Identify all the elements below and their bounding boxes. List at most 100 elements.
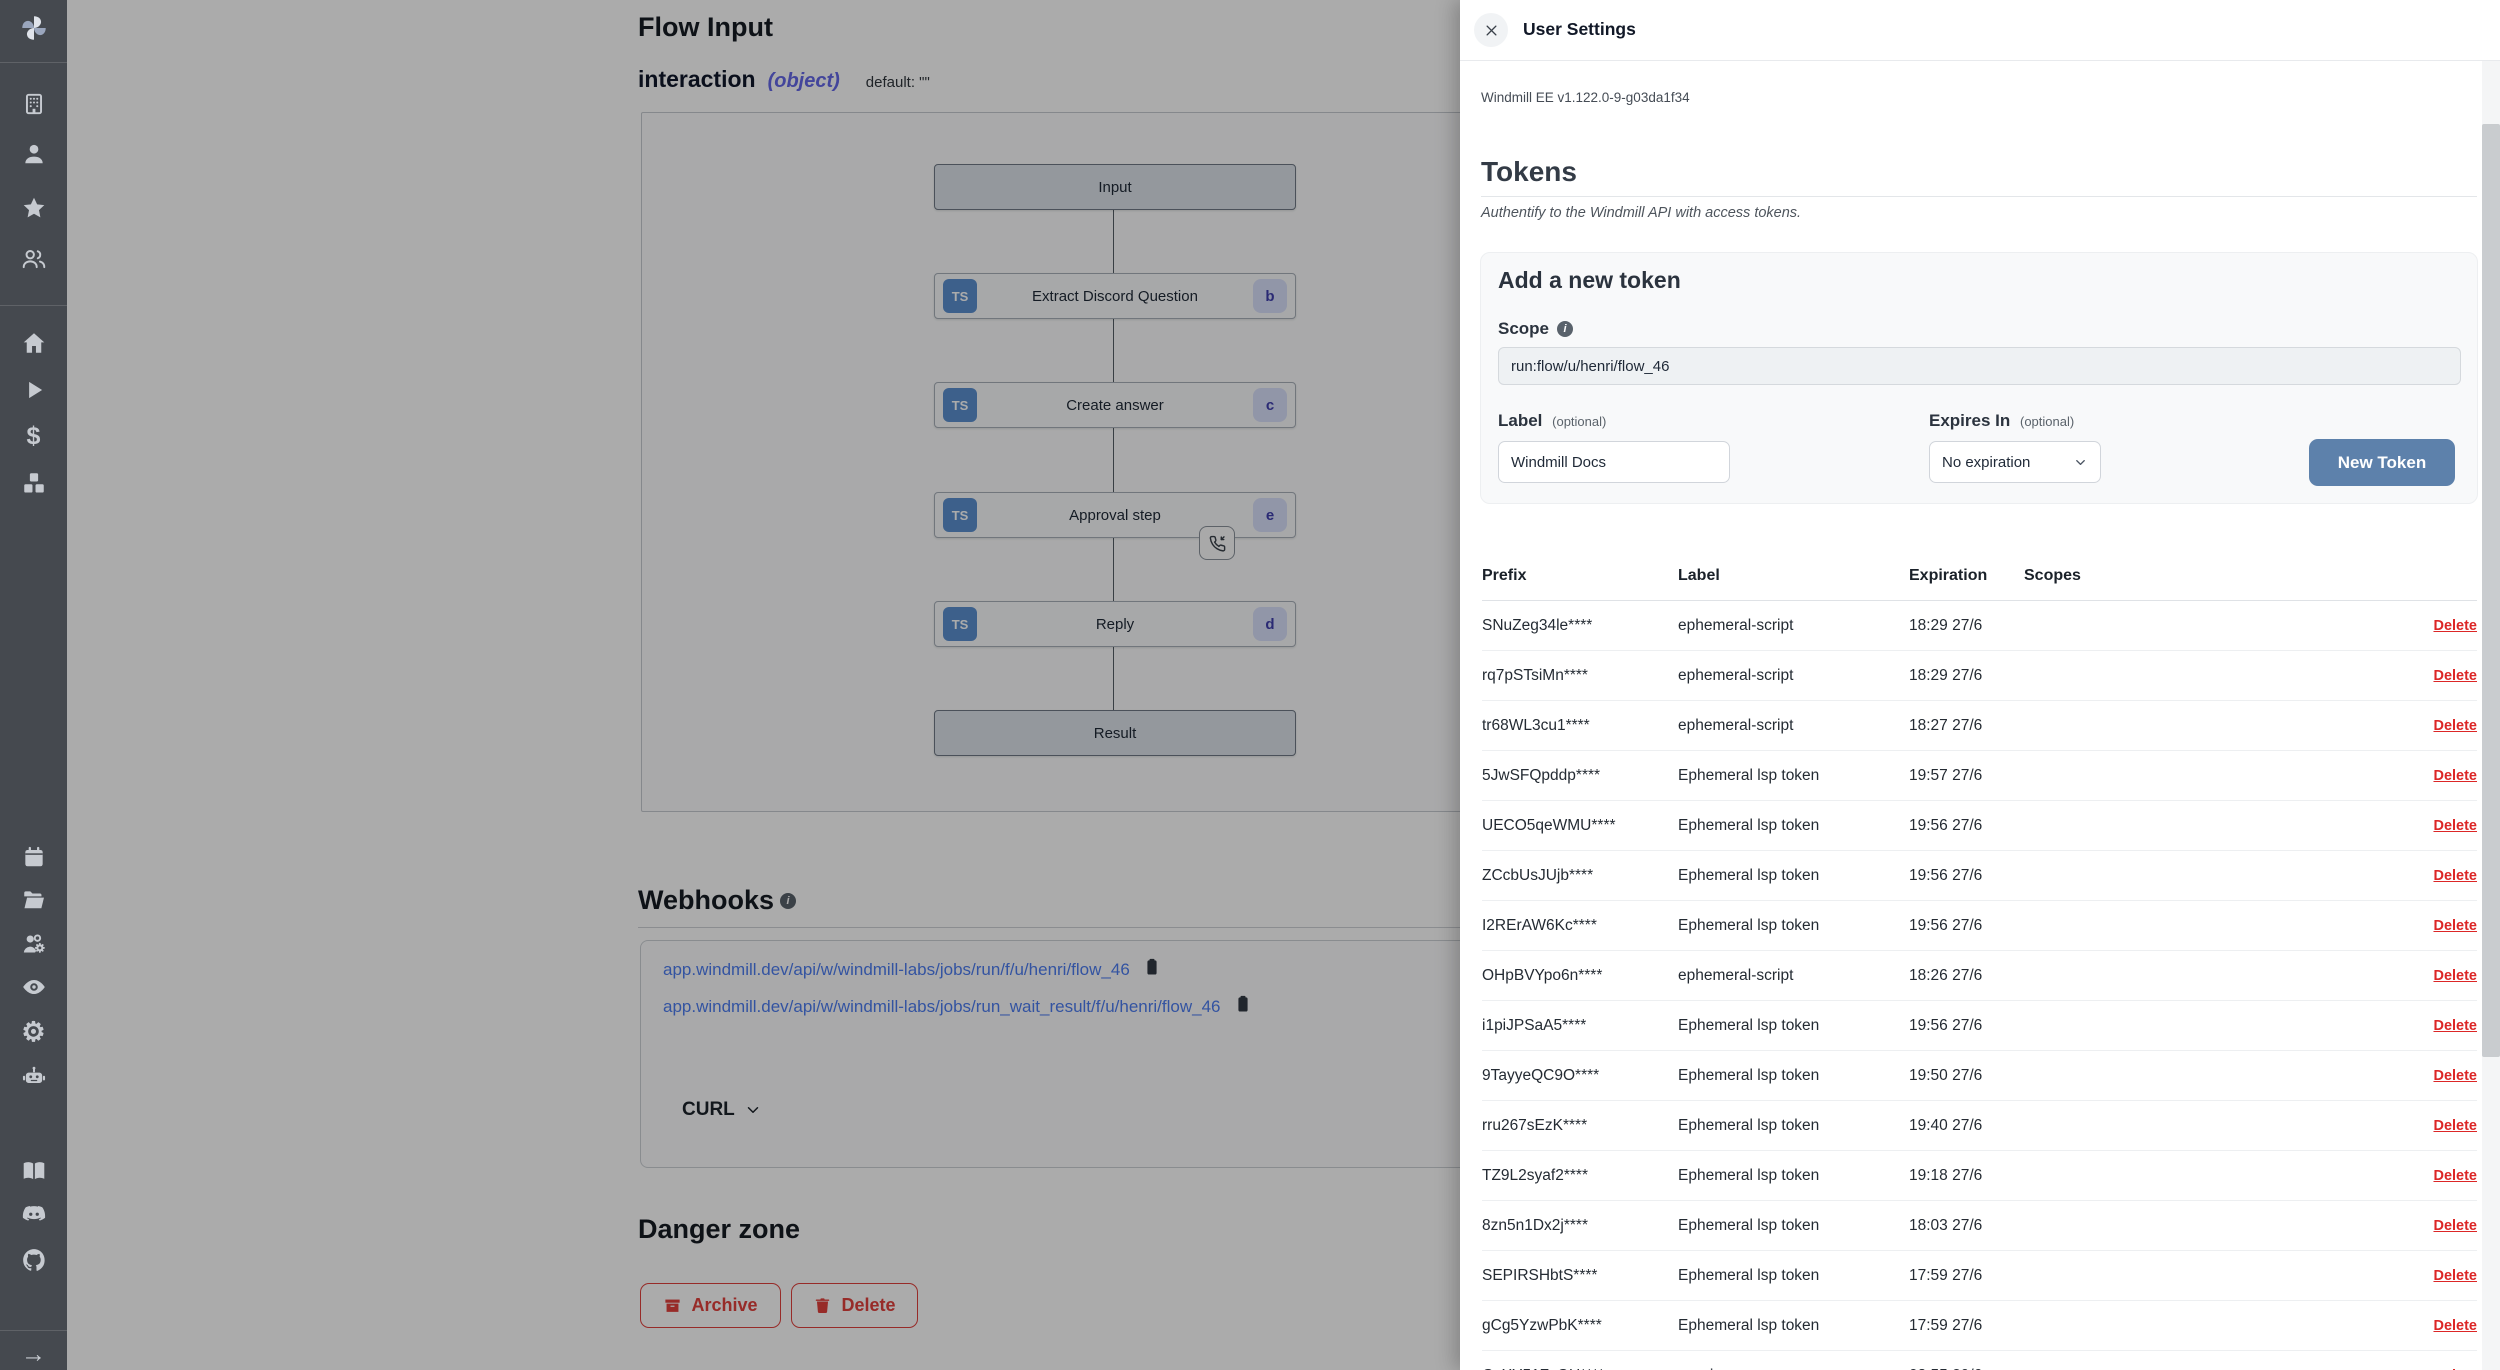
delete-token-link[interactable]: Delete <box>2433 1268 2477 1284</box>
typescript-badge: TS <box>943 279 977 313</box>
clipboard-icon[interactable] <box>1233 994 1253 1019</box>
sidebar-item-workspace[interactable] <box>0 91 67 117</box>
flow-node[interactable]: TS Create answer c <box>934 382 1296 428</box>
sidebar-item-resources[interactable] <box>0 470 67 496</box>
webhook-run-url[interactable]: app.windmill.dev/api/w/windmill-labs/job… <box>663 960 1130 980</box>
play-icon <box>21 377 47 403</box>
sidebar-item-discord[interactable] <box>0 1201 67 1227</box>
delete-token-link[interactable]: Delete <box>2433 1218 2477 1234</box>
delete-token-link[interactable]: Delete <box>2433 868 2477 884</box>
version-text: Windmill EE v1.122.0-9-g03da1f34 <box>1481 90 1690 105</box>
flow-node[interactable]: TS Reply d <box>934 601 1296 647</box>
token-table-row: SNuZeg34le**** ephemeral-script 18:29 27… <box>1482 601 2477 651</box>
new-token-button[interactable]: New Token <box>2309 439 2455 486</box>
archive-icon <box>663 1296 682 1315</box>
user-icon <box>21 141 47 167</box>
eye-icon <box>21 974 47 1000</box>
token-table-row: rq7pSTsiMn**** ephemeral-script 18:29 27… <box>1482 651 2477 701</box>
token-table-row: i1piJPSaA5**** Ephemeral lsp token 19:56… <box>1482 1001 2477 1051</box>
token-label: Ephemeral lsp token <box>1678 1067 1909 1085</box>
token-expiration: 19:56 27/6 <box>1909 817 2024 835</box>
token-prefix: SEPIRSHbtS**** <box>1482 1267 1678 1285</box>
sidebar-divider <box>0 305 67 306</box>
token-label-input[interactable] <box>1498 441 1730 483</box>
robot-icon <box>21 1064 47 1090</box>
sidebar-item-groups[interactable] <box>0 246 67 272</box>
sidebar-item-ai[interactable] <box>0 1064 67 1090</box>
delete-token-link[interactable]: Delete <box>2433 768 2477 784</box>
token-expiration: 18:26 27/6 <box>1909 967 2024 985</box>
flow-node[interactable]: TS Extract Discord Question b <box>934 273 1296 319</box>
flow-node-label: Create answer <box>1066 397 1164 414</box>
token-table-row: QsXY51ZvOU**** session 08:55 29/6 Delete <box>1482 1351 2477 1370</box>
expires-select[interactable]: No expiration <box>1929 441 2101 483</box>
node-id-badge: c <box>1253 388 1287 422</box>
github-icon <box>21 1247 47 1273</box>
flow-graph-canvas[interactable]: + − Input TS Extract Discord Question b … <box>641 112 1584 812</box>
sidebar-item-docs[interactable] <box>0 1158 67 1184</box>
token-expiration: 17:59 27/6 <box>1909 1267 2024 1285</box>
token-prefix: rq7pSTsiMn**** <box>1482 667 1678 685</box>
token-prefix: i1piJPSaA5**** <box>1482 1017 1678 1035</box>
token-table-row: rru267sEzK**** Ephemeral lsp token 19:40… <box>1482 1101 2477 1151</box>
delete-token-link[interactable]: Delete <box>2433 1168 2477 1184</box>
suspend-approval-button[interactable] <box>1199 526 1235 560</box>
scope-label: Scope <box>1498 319 1549 339</box>
sidebar-divider <box>0 62 67 63</box>
sidebar-item-workers[interactable] <box>0 931 67 957</box>
tokens-section-title: Tokens <box>1481 156 1577 188</box>
delete-token-link[interactable]: Delete <box>2433 968 2477 984</box>
sidebar-item-home[interactable] <box>0 330 67 356</box>
sidebar-item-user[interactable] <box>0 141 67 167</box>
windmill-logo[interactable] <box>0 12 67 44</box>
panel-scrollbar[interactable] <box>2482 61 2500 1370</box>
sidebar-item-runs[interactable] <box>0 377 67 403</box>
scrollbar-thumb[interactable] <box>2482 124 2500 1057</box>
token-prefix: SNuZeg34le**** <box>1482 617 1678 635</box>
expires-field-label: Expires In <box>1929 411 2010 430</box>
token-label: session <box>1678 1367 1909 1370</box>
sidebar-item-github[interactable] <box>0 1247 67 1273</box>
webhook-run-wait-result-url[interactable]: app.windmill.dev/api/w/windmill-labs/job… <box>663 997 1221 1017</box>
info-icon <box>1557 321 1573 337</box>
token-prefix: I2RErAW6Kc**** <box>1482 917 1678 935</box>
delete-token-link[interactable]: Delete <box>2433 1318 2477 1334</box>
curl-toggle[interactable]: CURL <box>682 1099 762 1121</box>
scope-input[interactable] <box>1498 347 2461 385</box>
delete-token-link[interactable]: Delete <box>2433 818 2477 834</box>
token-prefix: OHpBVYpo6n**** <box>1482 967 1678 985</box>
sidebar-item-variables[interactable] <box>0 424 67 449</box>
archive-flow-button[interactable]: Archive <box>640 1283 781 1328</box>
sidebar-item-folders[interactable] <box>0 887 67 913</box>
flow-node[interactable]: TS Approval step e <box>934 492 1296 538</box>
sidebar-item-settings[interactable] <box>0 1019 67 1046</box>
clipboard-icon[interactable] <box>1142 957 1162 982</box>
sidebar-item-favorites[interactable] <box>0 195 67 221</box>
delete-token-link[interactable]: Delete <box>2433 1018 2477 1034</box>
token-label: Ephemeral lsp token <box>1678 1017 1909 1035</box>
flow-node[interactable]: Input <box>934 164 1296 210</box>
info-icon <box>780 893 796 909</box>
node-id-badge: b <box>1253 279 1287 313</box>
tokens-table-header: Prefix Label Expiration Scopes <box>1482 552 2477 601</box>
delete-token-link[interactable]: Delete <box>2433 718 2477 734</box>
token-table-row: OHpBVYpo6n**** ephemeral-script 18:26 27… <box>1482 951 2477 1001</box>
delete-token-link[interactable]: Delete <box>2433 668 2477 684</box>
token-table-row: tr68WL3cu1**** ephemeral-script 18:27 27… <box>1482 701 2477 751</box>
sidebar-item-audit-logs[interactable] <box>0 974 67 1000</box>
sidebar-expand-button[interactable] <box>0 1342 67 1367</box>
flow-node[interactable]: Result <box>934 710 1296 756</box>
chevron-down-icon <box>2073 455 2088 470</box>
token-table-row: SEPIRSHbtS**** Ephemeral lsp token 17:59… <box>1482 1251 2477 1301</box>
flow-input-field-row: interaction (object) default: "" <box>638 66 930 93</box>
delete-token-link[interactable]: Delete <box>2433 1068 2477 1084</box>
label-field-label: Label <box>1498 411 1542 430</box>
token-prefix: 9TayyeQC9O**** <box>1482 1067 1678 1085</box>
token-label: Ephemeral lsp token <box>1678 767 1909 785</box>
delete-flow-button[interactable]: Delete <box>791 1283 918 1328</box>
delete-token-link[interactable]: Delete <box>2433 1118 2477 1134</box>
delete-token-link[interactable]: Delete <box>2433 618 2477 634</box>
delete-token-link[interactable]: Delete <box>2433 918 2477 934</box>
close-drawer-button[interactable] <box>1474 13 1508 47</box>
sidebar-item-schedules[interactable] <box>0 844 67 870</box>
